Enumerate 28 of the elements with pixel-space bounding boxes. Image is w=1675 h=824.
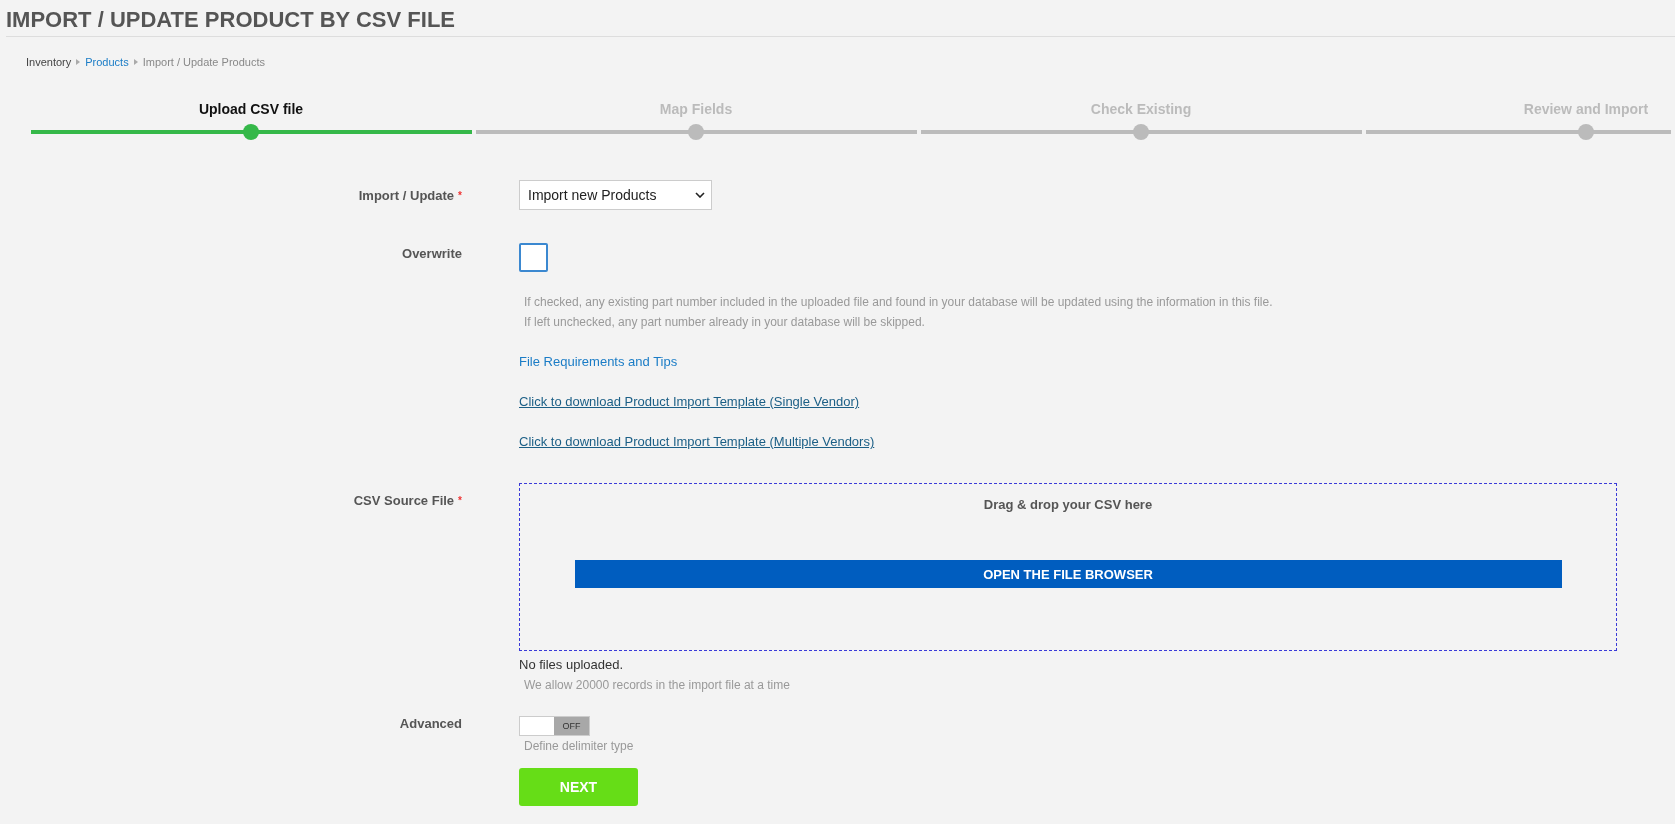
- field-label: Advanced: [399, 716, 462, 731]
- chevron-icon: [133, 59, 138, 65]
- caret-icon: [695, 192, 705, 198]
- field-label: Import / Update: [358, 188, 455, 203]
- template-link[interactable]: Click to download Product Import Template (Multiple Vendors): [519, 434, 875, 449]
- template-link[interactable]: Click to download Product Import Template (Single Vendor): [519, 394, 860, 409]
- required-mark: *: [458, 190, 462, 201]
- page-title: IMPORT / UPDATE PRODUCT BY CSV FILE: [5, 6, 456, 34]
- advanced-switch[interactable]: OFF: [519, 716, 590, 736]
- breadcrumb-item: Import / Update Products: [142, 56, 265, 68]
- browse-button[interactable]: OPEN THE FILE BROWSER: [574, 560, 1562, 588]
- required-mark: *: [458, 495, 462, 506]
- field-label: Overwrite: [402, 246, 462, 261]
- step-label[interactable]: Upload CSV file: [198, 101, 304, 118]
- overwrite-checkbox[interactable]: [519, 243, 548, 272]
- tips-link[interactable]: File Requirements and Tips: [519, 354, 678, 369]
- field-label: CSV Source File: [353, 493, 455, 508]
- import-type-dropdown[interactable]: Import new Products: [519, 180, 712, 210]
- drop-zone[interactable]: Drag & drop your CSV here OPEN THE FILE BROWSER: [519, 483, 1617, 651]
- drop-text: Drag & drop your CSV here: [983, 497, 1153, 512]
- chevron-icon: [76, 59, 81, 65]
- breadcrumb-item[interactable]: Products: [85, 56, 129, 68]
- breadcrumb-item: Inventory: [26, 56, 72, 68]
- limit-note: We allow 20000 records in the import file at a time: [524, 678, 790, 692]
- upload-status: No files uploaded.: [519, 657, 624, 672]
- help-text: If left unchecked, any part number already in your database will be skipped.: [524, 314, 926, 331]
- switch-hint: Define delimiter type: [524, 739, 634, 753]
- help-text: If checked, any existing part number included in the uploaded file and found in your database will be updated using the information in this file.: [524, 294, 1273, 311]
